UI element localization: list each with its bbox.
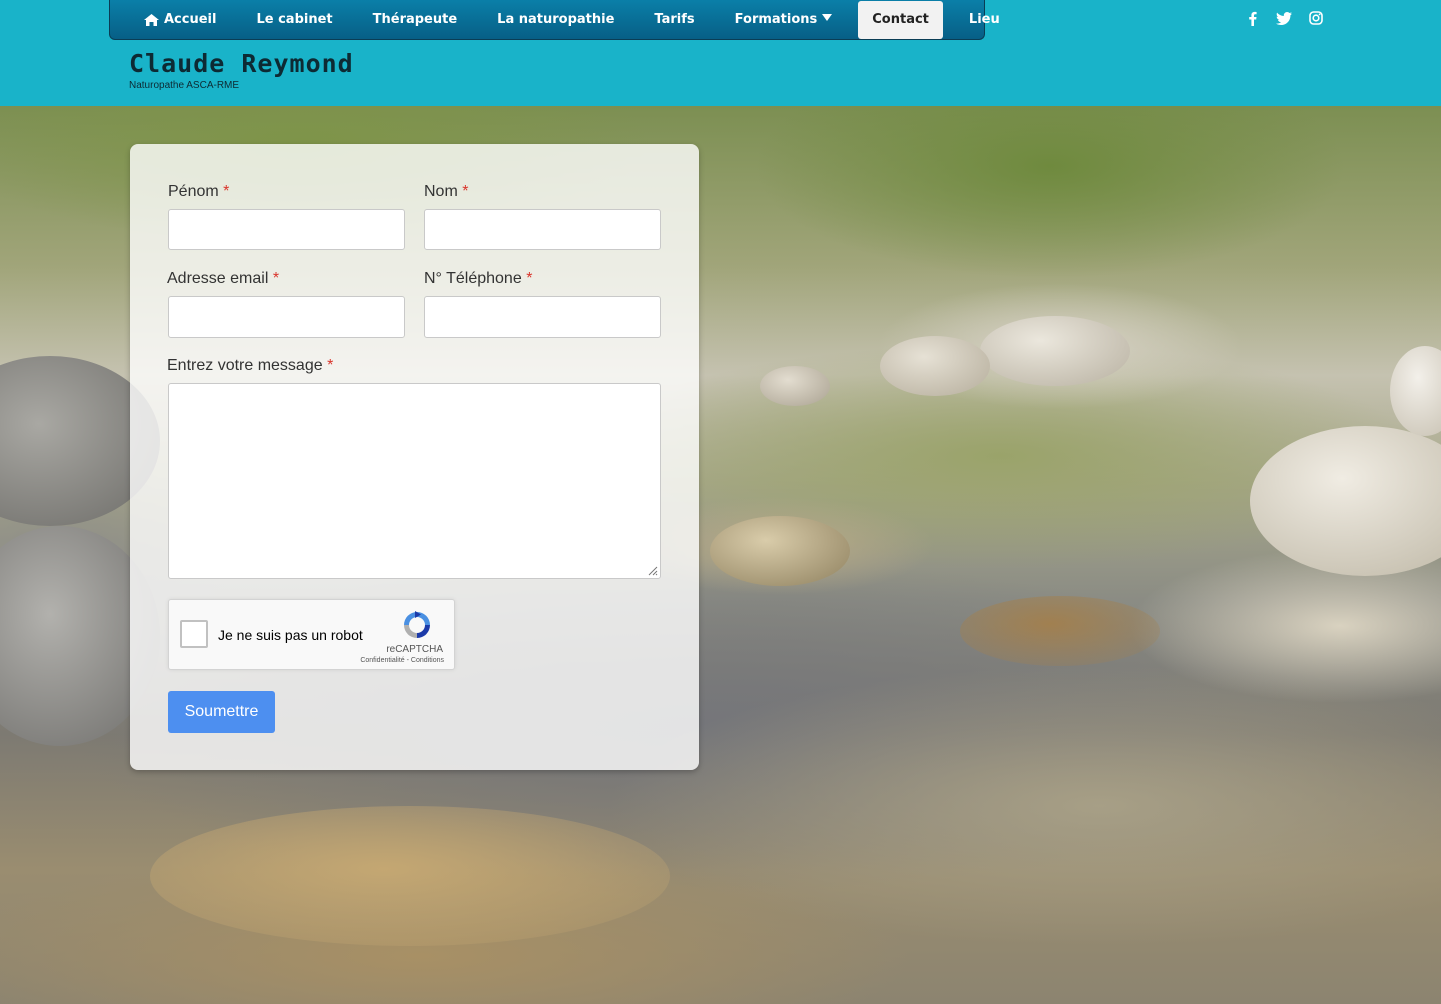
lastname-input[interactable] (424, 209, 661, 250)
nav-label: Lieu (968, 12, 1000, 27)
nav-label: Accueil (164, 12, 217, 27)
submit-button[interactable]: Soumettre (168, 691, 275, 733)
required-mark: * (223, 183, 230, 200)
nav-item-accueil[interactable]: Accueil (130, 1, 236, 39)
caret-down-icon (822, 14, 833, 21)
label-text: Adresse email (167, 270, 269, 287)
label-text: Pénom (168, 183, 219, 200)
facebook-icon[interactable] (1243, 9, 1261, 27)
nav-item-le-cabinet[interactable]: Le cabinet (236, 1, 352, 39)
main-navbar: Accueil Le cabinet Thérapeute La naturop… (109, 0, 1000, 40)
recaptcha-widget: Je ne suis pas un robot reCAPTCHA Confid… (168, 599, 455, 670)
site-subtitle: Naturopathe ASCA-RME (129, 80, 240, 91)
lastname-label: Nom * (424, 183, 468, 201)
required-mark: * (462, 183, 469, 200)
nav-item-therapeute[interactable]: Thérapeute (353, 1, 478, 39)
resize-grip-icon[interactable] (646, 564, 658, 576)
nav-label: Le cabinet (256, 12, 333, 27)
label-text: N° Téléphone (424, 270, 522, 287)
recaptcha-links[interactable]: Confidentialité - Conditions (360, 657, 444, 664)
nav-item-lieu[interactable]: Lieu (949, 1, 1020, 39)
firstname-input[interactable] (168, 209, 405, 250)
nav-item-la-naturopathie[interactable]: La naturopathie (477, 1, 634, 39)
nav-label: Thérapeute (372, 12, 458, 27)
nav-label: Formations (734, 12, 818, 27)
required-mark: * (272, 270, 280, 287)
email-input[interactable] (168, 296, 405, 338)
home-icon (144, 13, 159, 26)
phone-input[interactable] (424, 296, 661, 338)
site-brand: Claude Reymond Naturopathe ASCA-RME (129, 48, 354, 92)
recaptcha-checkbox[interactable] (180, 620, 208, 648)
required-mark: * (327, 357, 334, 374)
recaptcha-logo-icon (404, 611, 430, 638)
nav-item-tarifs[interactable]: Tarifs (634, 1, 714, 39)
phone-label: N° Téléphone * (424, 270, 532, 288)
recaptcha-brand: reCAPTCHA (386, 644, 443, 655)
nav-item-formations[interactable]: Formations (715, 1, 853, 39)
label-text: Entrez votre message (167, 357, 323, 374)
nav-item-contact[interactable]: Contact (858, 0, 943, 39)
firstname-label: Pénom * (168, 183, 229, 201)
nav-label: Contact (872, 12, 929, 27)
required-mark: * (526, 270, 533, 287)
message-label: Entrez votre message * (167, 357, 333, 375)
email-label: Adresse email * (167, 270, 279, 288)
twitter-icon[interactable] (1275, 9, 1293, 27)
contact-form: Pénom * Nom * Adresse email * N° Télépho… (130, 144, 699, 770)
social-links (1243, 9, 1325, 27)
recaptcha-label: Je ne suis pas un robot (218, 627, 363, 643)
nav-label: Tarifs (654, 12, 695, 27)
instagram-icon[interactable] (1307, 9, 1325, 27)
site-header: Accueil Le cabinet Thérapeute La naturop… (0, 0, 1441, 106)
nav-label: La naturopathie (497, 12, 615, 27)
label-text: Nom (424, 183, 458, 200)
message-textarea[interactable] (168, 383, 661, 579)
site-title[interactable]: Claude Reymond (129, 48, 354, 80)
